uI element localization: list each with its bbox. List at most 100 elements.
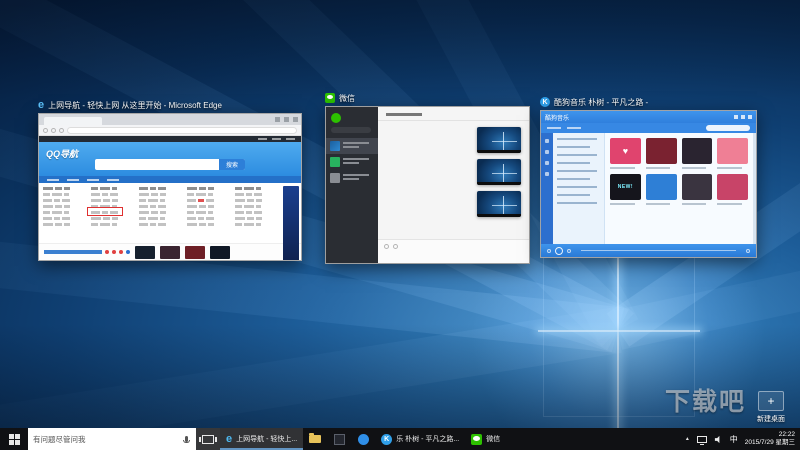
wechat-window-thumbnail[interactable] — [325, 106, 530, 264]
link-text-line — [102, 193, 108, 196]
taskbar-pinned-app-3[interactable] — [351, 428, 375, 450]
link-text-line — [158, 205, 166, 208]
link-text-line — [206, 199, 214, 202]
link-column — [235, 187, 279, 241]
kugou-body: ♥ NEW! — [541, 133, 756, 244]
highlighted-link-box — [87, 207, 123, 216]
link-column — [139, 187, 183, 241]
taskbar-app-label: 上网导航 - 轻快上... — [236, 436, 298, 443]
link-text-line — [158, 223, 166, 226]
kugou-search-pill — [706, 125, 750, 131]
chat-list-item — [326, 138, 378, 154]
link-text-line — [196, 193, 206, 196]
taskbar-file-explorer[interactable] — [303, 428, 327, 450]
network-icon[interactable] — [696, 435, 707, 445]
link-text-line — [64, 187, 70, 190]
link-text-line — [150, 187, 156, 190]
mic-icon[interactable] — [182, 435, 191, 443]
album-title-line — [610, 167, 635, 169]
link-text-line — [55, 187, 62, 190]
taskbar-app-edge[interactable]: e 上网导航 - 轻快上... — [220, 428, 304, 450]
kugou-window-thumbnail[interactable]: 酷狗音乐 ♥ NEW! — [540, 110, 757, 258]
link-text-line — [208, 223, 214, 226]
link-text-line — [148, 217, 158, 220]
kugou-playlist — [553, 133, 605, 244]
album-title-line — [610, 203, 635, 205]
album-title-line — [681, 167, 707, 169]
wechat-search-bar — [331, 127, 371, 133]
window-title: 酷狗音乐 朴树 - 平凡之路 - — [554, 97, 649, 107]
edge-window-thumbnail[interactable]: QQ导航 搜索 — [38, 113, 302, 261]
link-row — [43, 223, 87, 229]
chat-list-item — [326, 154, 378, 170]
playlist-row — [557, 170, 597, 172]
album-tag: NEW! — [617, 184, 634, 190]
link-text-line — [160, 217, 165, 220]
link-text-line — [150, 205, 156, 208]
page-bottom-section — [39, 243, 301, 260]
wechat-icon — [325, 93, 335, 103]
taskbar-app-kugou[interactable]: K 乐 朴树 - 平凡之路... — [375, 428, 465, 450]
album-cell — [717, 138, 748, 169]
link-column — [43, 187, 87, 241]
link-text-line — [100, 187, 110, 190]
kugou-player-bar — [541, 244, 756, 257]
link-text-line — [91, 187, 98, 190]
link-text-line — [187, 187, 197, 190]
album-cover — [717, 174, 748, 200]
album-cover: NEW! — [610, 174, 641, 200]
start-button[interactable] — [0, 428, 28, 450]
ime-indicator[interactable]: 中 — [730, 434, 738, 445]
link-text-line — [52, 193, 62, 196]
taskbar-search-box[interactable]: 有问题尽管问我 — [28, 428, 196, 450]
link-text-line — [187, 205, 197, 208]
chat-avatar — [330, 141, 340, 151]
plus-icon: + — [758, 391, 784, 411]
taskview-window-edge[interactable]: e 上网导航 - 轻快上网 从这里开始 - Microsoft Edge QQ导… — [38, 99, 302, 261]
link-text-line — [64, 211, 69, 214]
link-text-line — [246, 193, 252, 196]
album-cell — [717, 174, 748, 205]
scrollbar[interactable] — [753, 133, 756, 244]
link-text-line — [91, 217, 101, 220]
show-hidden-icons-chevron[interactable]: ▲ — [685, 436, 690, 442]
lottery-ball — [112, 250, 116, 254]
taskview-window-kugou[interactable]: K 酷狗音乐 朴树 - 平凡之路 - 酷狗音乐 ♥ NEW! — [540, 96, 757, 258]
album-cell: NEW! — [610, 174, 641, 205]
browser-tab — [44, 117, 102, 125]
kugou-icon: K — [540, 97, 550, 107]
page-hero-banner: QQ导航 搜索 — [39, 142, 301, 176]
chat-input-area — [378, 239, 529, 263]
qq-nav-logo: QQ导航 — [46, 149, 79, 159]
taskbar: 有问题尽管问我 e 上网导航 - 轻快上... K 乐 朴树 - 平凡之路...… — [0, 428, 800, 450]
window-title: 微信 — [339, 93, 355, 103]
refresh-icon — [59, 127, 64, 133]
task-view-button[interactable] — [196, 428, 220, 450]
speaker-icon[interactable] — [714, 435, 723, 444]
taskbar-pinned-app-2[interactable] — [327, 428, 351, 450]
link-row — [235, 223, 279, 229]
playlist-row — [557, 138, 597, 140]
volume-icon — [746, 248, 750, 253]
new-desktop-button[interactable]: + 新建桌面 — [748, 391, 794, 424]
kugou-title-text: 酷狗音乐 — [545, 115, 570, 122]
chat-avatar — [330, 173, 340, 183]
taskbar-app-wechat[interactable]: 微信 — [465, 428, 506, 450]
link-text-line — [198, 217, 204, 220]
taskview-window-wechat[interactable]: 微信 — [325, 92, 530, 264]
window-controls-icons — [275, 117, 298, 122]
link-text-line — [139, 217, 146, 220]
link-text-line — [43, 193, 50, 196]
window-label: 微信 — [325, 92, 530, 104]
kugou-icon-rail — [541, 133, 553, 244]
link-text-line — [91, 193, 100, 196]
watermark: 下载吧 — [664, 388, 746, 416]
link-text-line — [187, 217, 196, 220]
taskbar-clock[interactable]: 22:22 2015/7/29 星期三 — [745, 431, 795, 447]
link-text-line — [199, 205, 206, 208]
tray-time: 22:22 — [778, 431, 795, 438]
link-text-line — [256, 223, 261, 226]
chat-text-lines — [343, 174, 369, 182]
link-text-line — [198, 199, 204, 202]
edge-icon: e — [226, 432, 233, 445]
